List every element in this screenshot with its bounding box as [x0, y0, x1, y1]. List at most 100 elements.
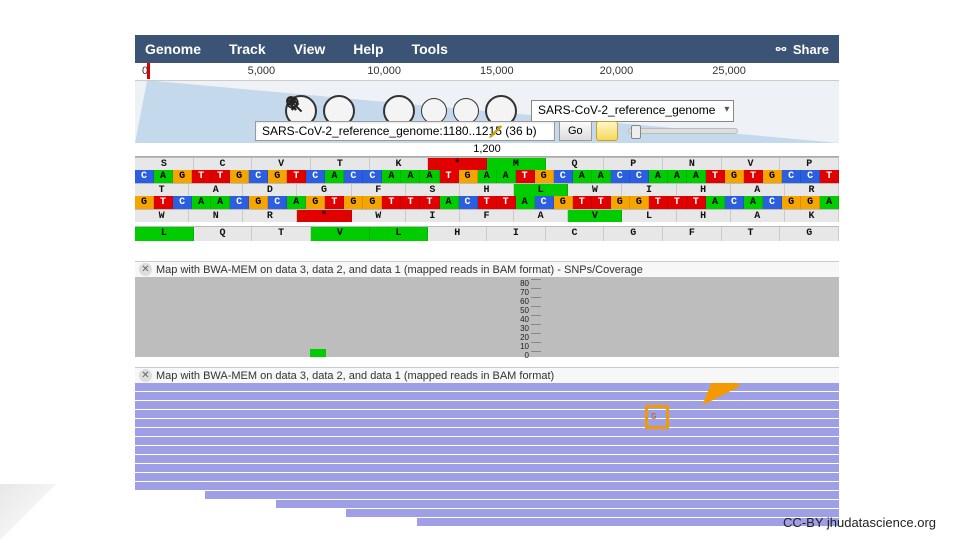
aligned-read[interactable] — [135, 383, 839, 391]
aligned-read[interactable] — [135, 455, 839, 463]
nt-cell: A — [440, 196, 459, 209]
read-row — [135, 455, 839, 463]
nt-cell: T — [668, 196, 687, 209]
aligned-read[interactable] — [135, 464, 839, 472]
reference-select[interactable]: SARS-CoV-2_reference_genome — [531, 100, 734, 122]
y-tick-label: 80 — [520, 279, 529, 288]
nt-cell: A — [211, 196, 230, 209]
nt-cell: A — [592, 170, 611, 183]
share-button[interactable]: Share — [773, 42, 829, 57]
zoom-slider-thumb[interactable] — [631, 125, 641, 139]
ruler-tick: 10,000 — [367, 65, 401, 77]
nt-cell: T — [401, 196, 420, 209]
aligned-read[interactable] — [135, 446, 839, 454]
nt-cell: G — [763, 170, 782, 183]
nt-cell: G — [173, 170, 192, 183]
nt-cell: A — [325, 170, 344, 183]
nt-cell: A — [420, 170, 439, 183]
attribution-text: CC-BY jhudatascience.org — [783, 515, 936, 530]
aa-cell: S — [406, 184, 460, 196]
zoom-slider[interactable] — [628, 128, 738, 134]
nt-cell: G — [230, 170, 249, 183]
read-row — [135, 509, 839, 517]
position-center-label: 1,200 — [473, 143, 501, 155]
navigation-area: SARS-CoV-2_reference_genome Go — [135, 81, 839, 143]
alignment-track-body[interactable]: G — [135, 383, 839, 543]
read-row — [135, 392, 839, 400]
aa-cell: L — [135, 227, 194, 241]
coverage-track-header: ✕ Map with BWA-MEM on data 3, data 2, an… — [135, 261, 839, 277]
aa-cell: F — [352, 184, 406, 196]
read-row — [135, 482, 839, 490]
menu-track[interactable]: Track — [229, 41, 266, 57]
nt-cell: G — [306, 196, 325, 209]
y-tick-label: 10 — [520, 342, 529, 351]
nt-cell: T — [154, 196, 173, 209]
aligned-read[interactable] — [135, 428, 839, 436]
aligned-read[interactable] — [135, 410, 839, 418]
aa-cell: V — [252, 158, 311, 170]
nt-cell: T — [192, 170, 211, 183]
nt-forward-row: CAGTTGCGTCACCAAATGAATGCAACCAAATGTGCCT — [135, 170, 839, 183]
menu-view[interactable]: View — [294, 41, 326, 57]
menu-help[interactable]: Help — [353, 41, 383, 57]
nt-cell: T — [382, 196, 401, 209]
decorative-corner — [0, 484, 56, 540]
nt-cell: C — [230, 196, 249, 209]
nt-cell: G — [554, 196, 573, 209]
y-tick-label: 20 — [520, 333, 529, 342]
aligned-read[interactable] — [276, 500, 839, 508]
aa-cell: H — [428, 227, 487, 241]
nt-cell: T — [420, 196, 439, 209]
nt-cell: A — [687, 170, 706, 183]
aa-cell: G — [604, 227, 663, 241]
nt-cell: A — [744, 196, 763, 209]
read-row — [135, 410, 839, 418]
nt-cell: A — [573, 170, 592, 183]
read-row — [135, 419, 839, 427]
nt-cell: A — [382, 170, 401, 183]
close-icon[interactable]: ✕ — [139, 369, 152, 382]
highlight-button[interactable] — [596, 121, 618, 141]
aa-cell: K — [370, 158, 429, 170]
nt-cell: G — [782, 196, 801, 209]
share-label: Share — [793, 42, 829, 57]
aa-cell: A — [514, 210, 568, 222]
aligned-read[interactable] — [135, 482, 839, 490]
nt-cell: A — [497, 170, 516, 183]
aa-cell: F — [460, 210, 514, 222]
aa-cell: I — [622, 184, 676, 196]
aa-cell: I — [487, 227, 546, 241]
read-row — [135, 383, 839, 391]
nt-cell: A — [706, 196, 725, 209]
menu-genome[interactable]: Genome — [145, 41, 201, 57]
aligned-read[interactable] — [346, 509, 839, 517]
nt-cell: T — [211, 170, 230, 183]
zoom-in-icon — [285, 95, 303, 113]
nt-cell: G — [249, 196, 268, 209]
y-tick-label: 50 — [520, 306, 529, 315]
aligned-read[interactable] — [135, 437, 839, 445]
aligned-read[interactable] — [135, 401, 839, 409]
nt-cell: A — [649, 170, 668, 183]
nt-cell: A — [478, 170, 497, 183]
nt-cell: G — [725, 170, 744, 183]
aligned-read[interactable] — [205, 491, 839, 499]
read-row — [135, 428, 839, 436]
overview-ruler[interactable]: 05,00010,00015,00020,00025,000 — [135, 63, 839, 81]
aa-frame-row: SCVTK*MQPNVP — [135, 157, 839, 170]
nt-cell: C — [459, 196, 478, 209]
aligned-read[interactable] — [135, 419, 839, 427]
aligned-read[interactable] — [417, 518, 839, 526]
nt-cell: T — [592, 196, 611, 209]
nt-cell: C — [782, 170, 801, 183]
y-tick-label: 70 — [520, 288, 529, 297]
coverage-track-body[interactable]: 80706050403020100 — [135, 277, 839, 357]
close-icon[interactable]: ✕ — [139, 263, 152, 276]
coverage-y-axis: 80706050403020100 — [520, 279, 529, 360]
menu-tools[interactable]: Tools — [412, 41, 448, 57]
nt-cell: G — [801, 196, 820, 209]
aligned-read[interactable] — [135, 473, 839, 481]
nt-cell: T — [706, 170, 725, 183]
aligned-read[interactable] — [135, 392, 839, 400]
